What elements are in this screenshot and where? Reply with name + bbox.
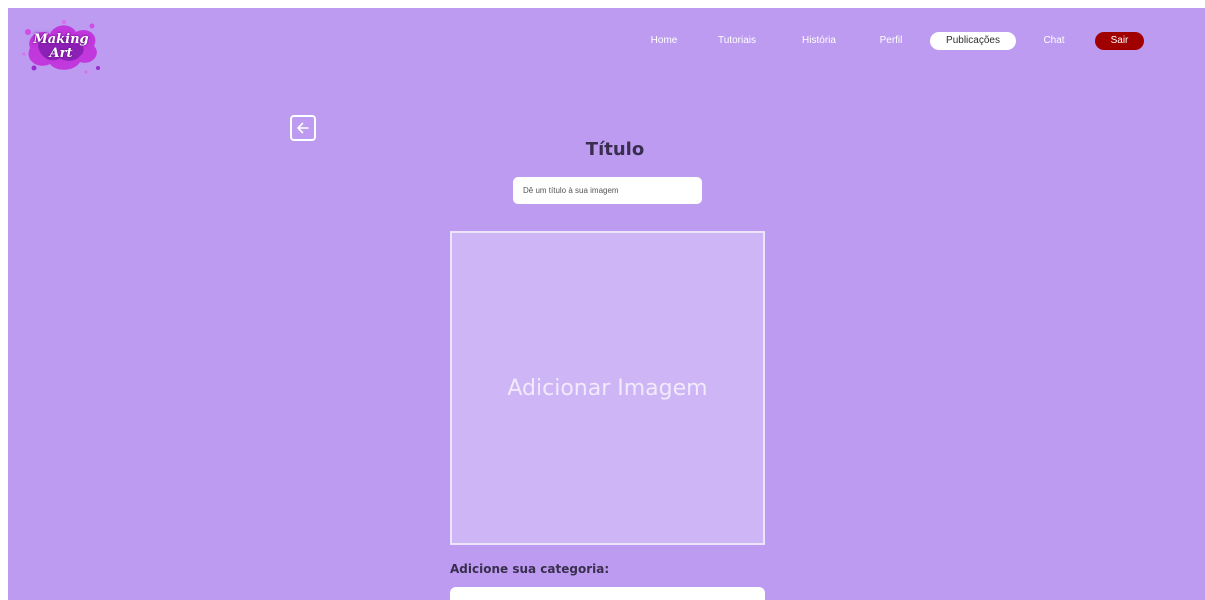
nav-perfil[interactable]: Perfil (874, 32, 908, 50)
back-button[interactable] (290, 115, 316, 141)
nav-historia[interactable]: História (794, 32, 844, 50)
add-image-label: Adicionar Imagem (507, 376, 708, 401)
category-select[interactable] (450, 587, 765, 600)
title-heading: Título (585, 139, 645, 160)
category-label: Adicione sua categoria: (450, 562, 610, 576)
add-image-dropzone[interactable]: Adicionar Imagem (450, 231, 765, 545)
main-nav: Home Tutoriais História Perfil Publicaçõ… (8, 32, 1205, 50)
logout-button[interactable]: Sair (1095, 32, 1144, 50)
nav-tutoriais[interactable]: Tutoriais (710, 32, 764, 50)
nav-publicacoes[interactable]: Publicações (930, 32, 1016, 50)
nav-home[interactable]: Home (640, 32, 688, 50)
nav-chat[interactable]: Chat (1036, 32, 1072, 50)
title-input[interactable] (513, 177, 702, 204)
page: Making Art Home Tutoriais História Perfi… (8, 8, 1205, 600)
arrow-left-icon (297, 122, 309, 134)
